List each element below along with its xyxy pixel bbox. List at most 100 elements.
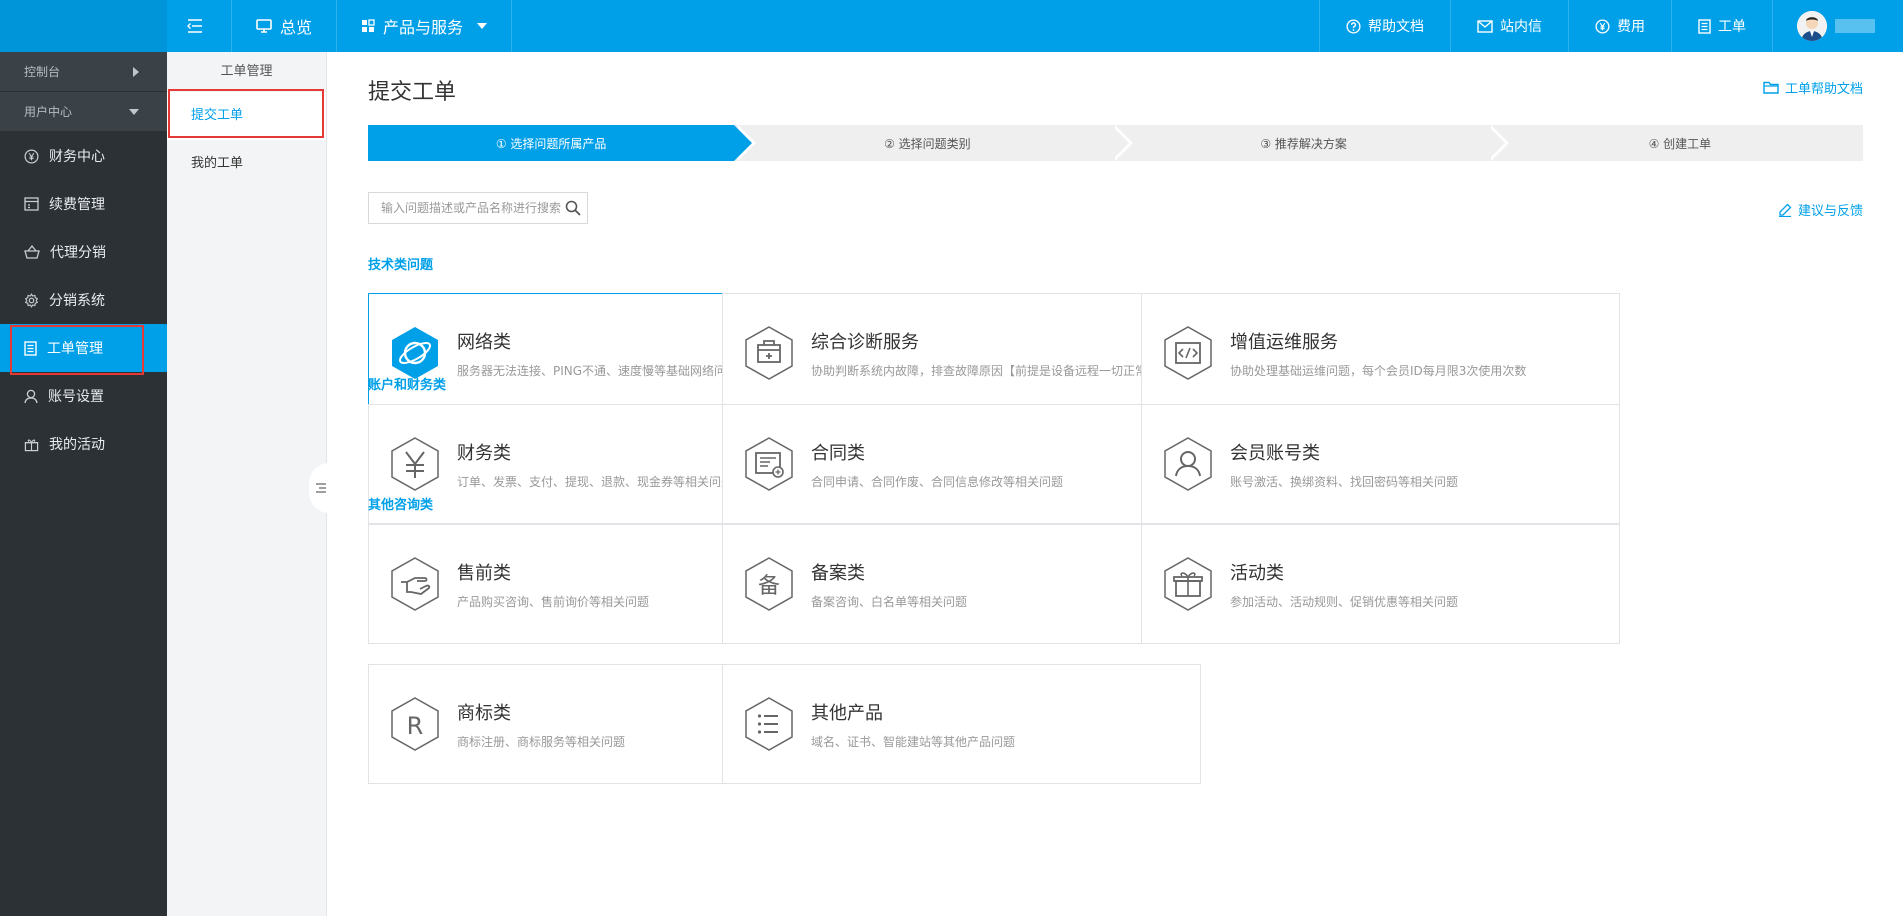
svg-text:备: 备 — [758, 574, 780, 599]
avatar — [1797, 11, 1827, 41]
card-description: 协助处理基础运维问题，每个会员ID每月限3次使用次数 — [1230, 363, 1527, 378]
sub-sidebar-item-submit-ticket[interactable]: 提交工单 — [167, 92, 326, 140]
products-services-dropdown[interactable]: 产品与服务 — [337, 0, 513, 52]
category-card-contract[interactable]: 合同类 合同申请、合同作废、合同信息修改等相关问题 — [722, 404, 1201, 524]
question-circle-icon — [1346, 18, 1361, 34]
chevron-down-icon — [129, 108, 139, 115]
messages-link[interactable]: 站内信 — [1450, 0, 1568, 52]
step-1: ① 选择问题所属产品 — [368, 125, 757, 161]
gear-icon — [24, 292, 39, 308]
tickets-label: 工单 — [1718, 19, 1746, 35]
medical-kit-icon — [745, 326, 793, 380]
card-title: 网络类 — [457, 331, 511, 353]
sidebar-item-finance[interactable]: 财务中心 — [0, 132, 167, 180]
menu-toggle-icon — [187, 19, 202, 33]
section-title-other: 其他咨询类 — [368, 498, 434, 513]
step-progress: ① 选择问题所属产品 ② 选择问题类别 ③ 推荐解决方案 ④ 创建工单 — [368, 125, 1863, 161]
card-title: 活动类 — [1230, 562, 1284, 584]
sidebar-group-label: 用户中心 — [24, 105, 73, 119]
sidebar-item-distribution[interactable]: 分销系统 — [0, 276, 167, 324]
card-title: 增值运维服务 — [1230, 331, 1338, 353]
overview-button[interactable]: 总览 — [232, 0, 338, 52]
menu-toggle-button[interactable] — [167, 0, 232, 52]
chevron-down-icon — [477, 23, 488, 29]
svg-text:R: R — [407, 712, 424, 740]
document-icon — [24, 340, 37, 356]
section-title-account-finance: 账户和财务类 — [368, 378, 447, 393]
ticket-help-docs-label: 工单帮助文档 — [1784, 82, 1863, 97]
card-description: 商标注册、商标服务等相关问题 — [457, 734, 626, 749]
card-description: 合同申请、合同作废、合同信息修改等相关问题 — [811, 474, 1064, 489]
step-arrow — [1486, 125, 1505, 161]
gift-icon — [24, 439, 39, 451]
card-title: 其他产品 — [811, 702, 883, 724]
yen-circle-icon — [1595, 18, 1610, 34]
trademark-icon: R — [391, 697, 439, 751]
card-text: 财务类 订单、发票、支付、提现、退款、现金券等相关问题 — [457, 439, 733, 490]
card-title: 综合诊断服务 — [811, 331, 919, 353]
sidebar-item-label: 财务中心 — [49, 149, 105, 165]
planet-icon — [392, 327, 438, 379]
logo-area — [0, 0, 167, 52]
grid-icon — [362, 19, 375, 32]
ticket-help-docs-link[interactable]: 工单帮助文档 — [1763, 78, 1863, 97]
card-description: 域名、证书、智能建站等其他产品问题 — [811, 734, 1016, 749]
user-name-placeholder — [1835, 19, 1875, 33]
sidebar-group-console[interactable]: 控制台 — [0, 52, 167, 92]
step-label: ② 选择问题类别 — [884, 136, 971, 151]
folder-icon — [1763, 81, 1779, 94]
fees-link[interactable]: 费用 — [1568, 0, 1671, 52]
feedback-label: 建议与反馈 — [1797, 204, 1863, 219]
page-title: 提交工单 — [368, 80, 457, 105]
step-label: ① 选择问题所属产品 — [495, 136, 607, 151]
basket-icon — [24, 245, 40, 259]
avatar-person-icon — [1797, 11, 1827, 41]
card-text: 增值运维服务 协助处理基础运维问题，每个会员ID每月限3次使用次数 — [1230, 328, 1526, 379]
category-card-filing[interactable]: 备 备案类 备案咨询、白名单等相关问题 — [722, 524, 1201, 644]
sidebar-item-label: 账号设置 — [48, 389, 104, 405]
search-input[interactable] — [381, 201, 565, 215]
category-card-other-products[interactable]: 其他产品 域名、证书、智能建站等其他产品问题 — [722, 664, 1201, 784]
tickets-link[interactable]: 工单 — [1671, 0, 1772, 52]
main-content: 提交工单 工单帮助文档 ① 选择问题所属产品 ② 选择问题类别 ③ 推荐解决方案… — [328, 52, 1903, 916]
step-label: ④ 创建工单 — [1648, 136, 1712, 151]
sidebar-item-renewal[interactable]: 续费管理 — [0, 180, 167, 228]
sidebar-item-my-activities[interactable]: 我的活动 — [0, 420, 167, 468]
help-docs-link[interactable]: 帮助文档 — [1319, 0, 1450, 52]
sidebar-group-label: 控制台 — [24, 65, 61, 79]
category-card-diagnosis[interactable]: 综合诊断服务 协助判断系统内故障，排查故障原因【前提是设备远程一切正常】 — [722, 293, 1201, 413]
topbar-right: 帮助文档 站内信 费用 工单 — [1319, 0, 1903, 52]
monitor-icon — [256, 19, 272, 33]
sidebar-group-user-center[interactable]: 用户中心 — [0, 92, 167, 132]
chevron-right-icon — [133, 66, 139, 77]
card-title: 商标类 — [457, 702, 511, 724]
card-title: 会员账号类 — [1230, 442, 1320, 464]
feedback-link[interactable]: 建议与反馈 — [1778, 200, 1863, 219]
user-menu[interactable] — [1772, 0, 1903, 52]
sub-sidebar: 工单管理 提交工单 我的工单 — [167, 52, 327, 916]
category-card-member-account[interactable]: 会员账号类 账号激活、换绑资料、找回密码等相关问题 — [1141, 404, 1620, 524]
card-text: 活动类 参加活动、活动规则、促销优惠等相关问题 — [1230, 559, 1458, 610]
products-services-label: 产品与服务 — [383, 18, 464, 37]
card-title: 合同类 — [811, 442, 865, 464]
search-box — [368, 192, 588, 224]
sidebar-item-agent[interactable]: 代理分销 — [0, 228, 167, 276]
step-arrow — [734, 125, 753, 161]
help-docs-label: 帮助文档 — [1368, 19, 1424, 35]
hand-icon — [391, 557, 439, 611]
category-card-ops[interactable]: 增值运维服务 协助处理基础运维问题，每个会员ID每月限3次使用次数 — [1141, 293, 1620, 413]
category-card-activity[interactable]: 活动类 参加活动、活动规则、促销优惠等相关问题 — [1141, 524, 1620, 644]
contract-icon — [745, 437, 793, 491]
user-icon — [24, 389, 38, 403]
sidebar-item-account-settings[interactable]: 账号设置 — [0, 372, 167, 420]
card-title: 备案类 — [811, 562, 865, 584]
card-text: 会员账号类 账号激活、换绑资料、找回密码等相关问题 — [1230, 439, 1458, 490]
search-icon[interactable] — [565, 200, 581, 216]
step-4: ④ 创建工单 — [1486, 125, 1863, 161]
sidebar-item-ticket-management[interactable]: 工单管理 — [0, 324, 167, 372]
sub-sidebar-item-my-tickets[interactable]: 我的工单 — [167, 140, 326, 188]
card-text: 商标类 商标注册、商标服务等相关问题 — [457, 699, 625, 750]
calendar-icon — [24, 197, 39, 211]
card-description: 备案咨询、白名单等相关问题 — [811, 594, 968, 609]
yen-icon — [391, 437, 439, 491]
